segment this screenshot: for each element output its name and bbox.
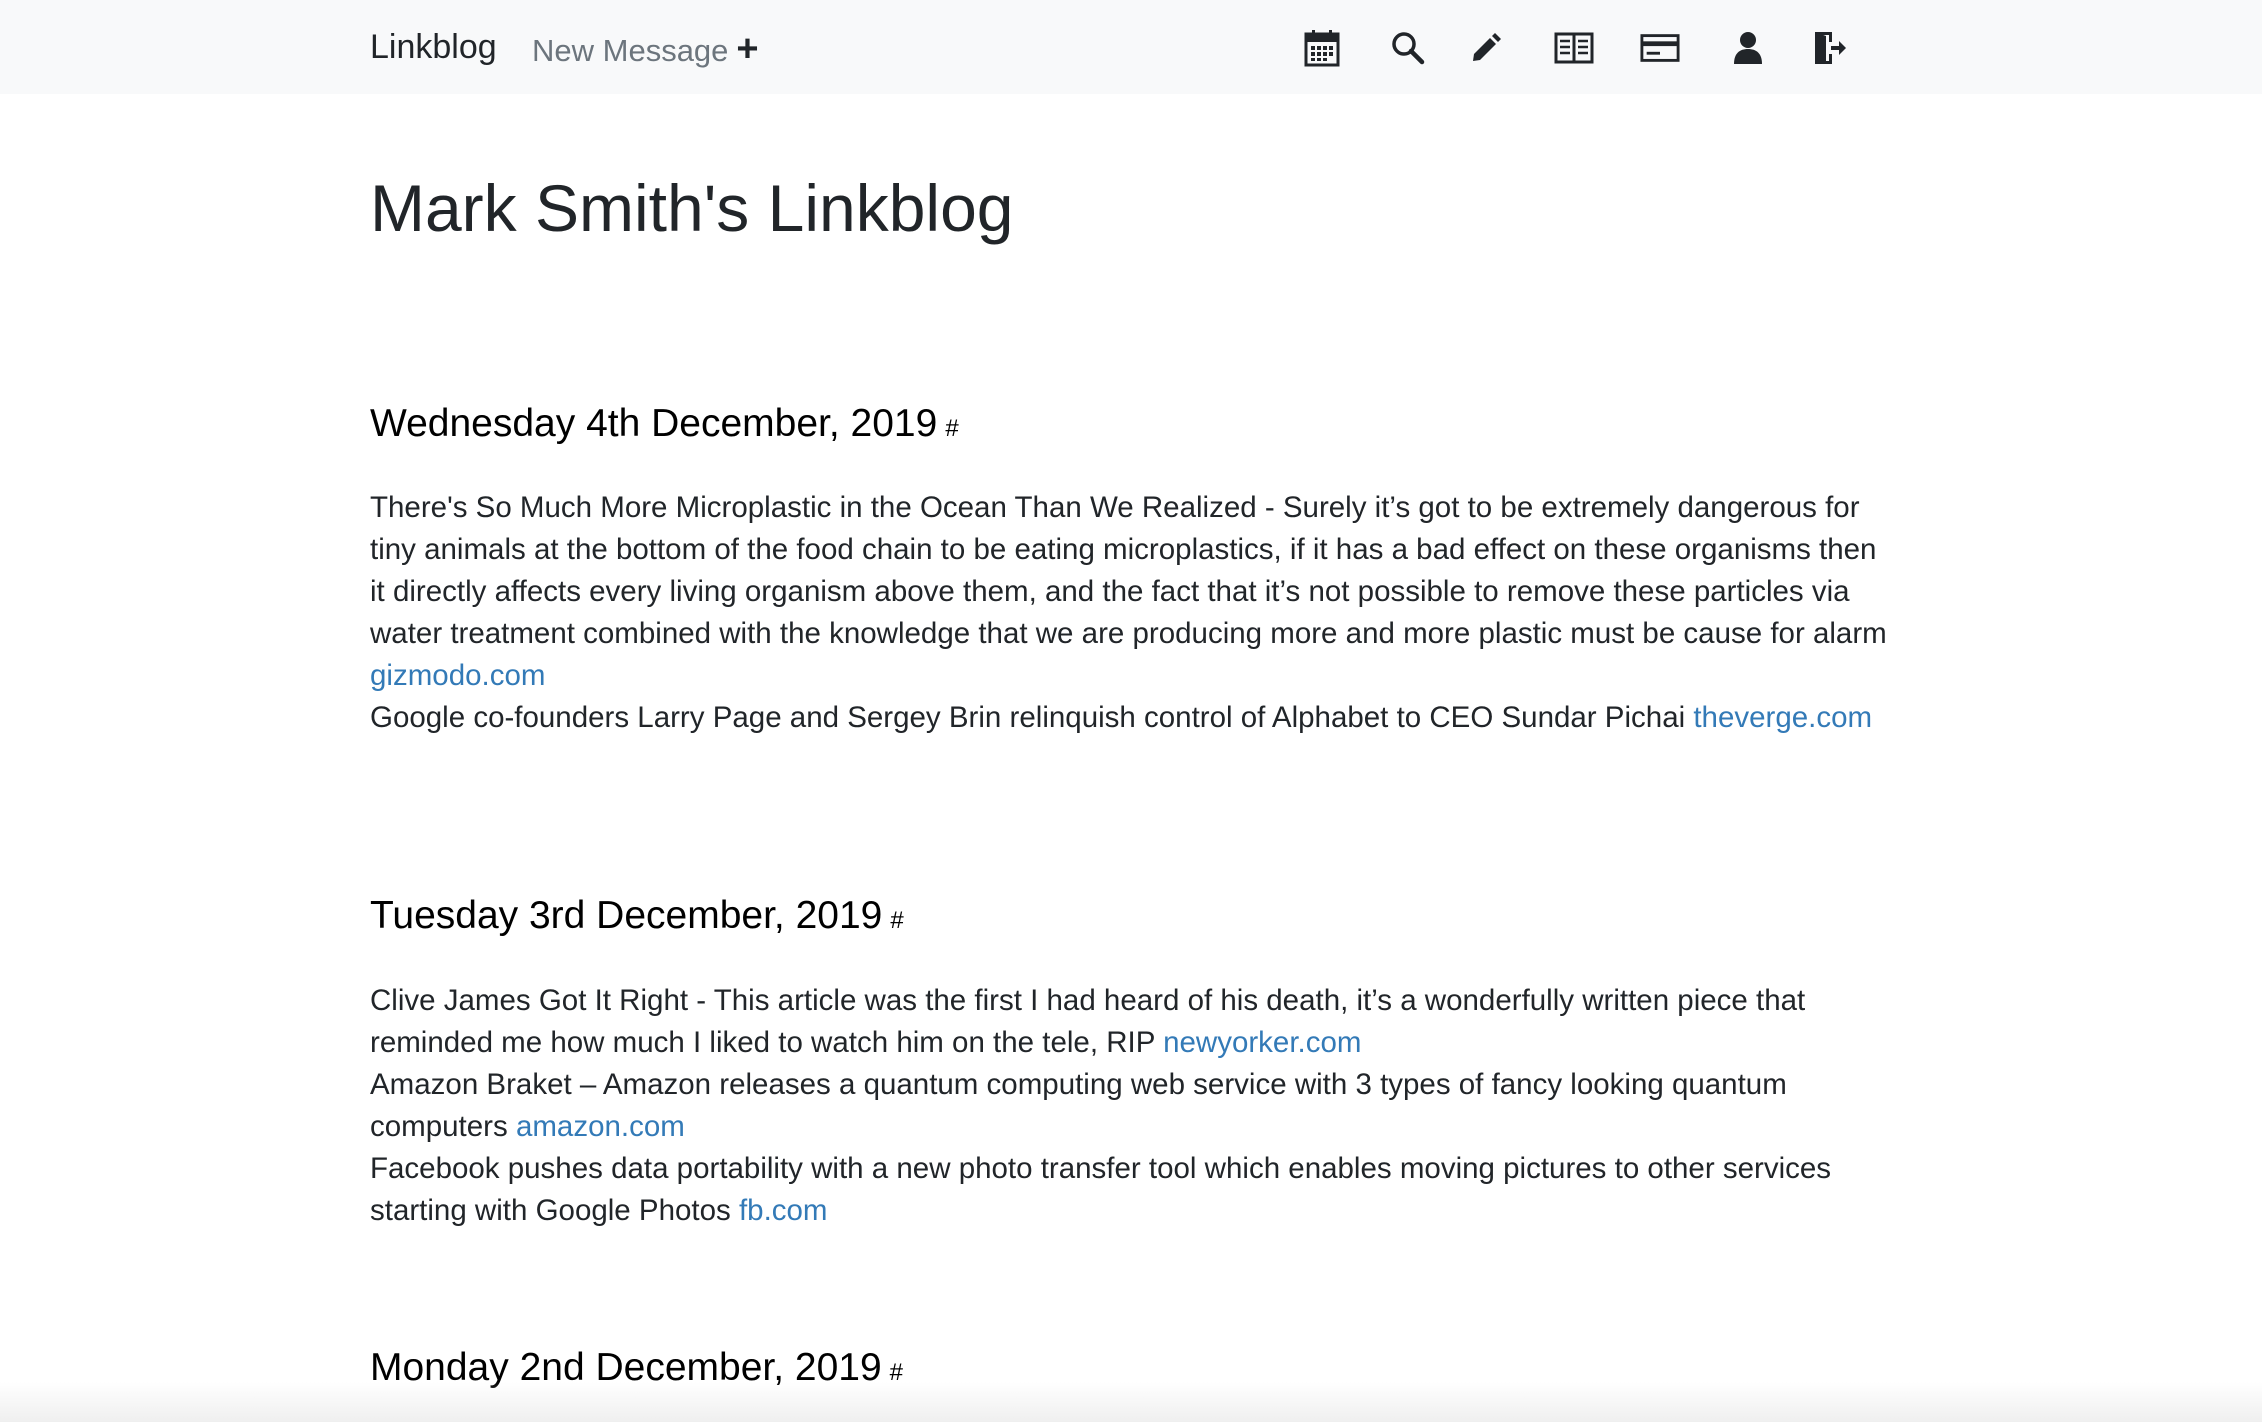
- search-icon[interactable]: [1388, 28, 1428, 68]
- entry-link[interactable]: amazon.com: [516, 1110, 685, 1143]
- entry-text: Google co-founders Larry Page and Sergey…: [370, 701, 1686, 734]
- calendar-icon[interactable]: [1302, 28, 1342, 68]
- day-heading: Wednesday 4th December, 2019 #: [370, 402, 959, 446]
- list-item: Amazon Braket – Amazon releases a quantu…: [370, 1064, 1890, 1148]
- list-item: There's So Much More Microplastic in the…: [370, 487, 1890, 697]
- new-message-label: New Message: [532, 33, 729, 68]
- entry-text: There's So Much More Microplastic in the…: [370, 491, 1887, 650]
- list-item: Facebook pushes data portability with a …: [370, 1148, 1890, 1232]
- list-item: Clive James Got It Right - This article …: [370, 980, 1890, 1064]
- bottom-fade: [0, 1382, 2262, 1422]
- day-heading-text: Wednesday 4th December, 2019: [370, 402, 938, 445]
- entry-list: There's So Much More Microplastic in the…: [370, 487, 1890, 739]
- entry-list: Clive James Got It Right - This article …: [370, 980, 1890, 1232]
- plus-icon: +: [736, 28, 759, 70]
- day-heading: Tuesday 3rd December, 2019 #: [370, 894, 904, 938]
- list-item: Google co-founders Larry Page and Sergey…: [370, 697, 1890, 739]
- book-open-icon[interactable]: [1554, 28, 1594, 68]
- credit-card-icon[interactable]: [1640, 28, 1680, 68]
- page-title: Mark Smith's Linkblog: [370, 171, 1014, 245]
- logout-icon[interactable]: [1810, 28, 1850, 68]
- entry-text: Facebook pushes data portability with a …: [370, 1152, 1832, 1227]
- navbar: Linkblog New Message +: [0, 0, 2262, 94]
- permalink-hash[interactable]: #: [945, 415, 958, 442]
- entry-link[interactable]: newyorker.com: [1163, 1026, 1361, 1059]
- permalink-hash[interactable]: #: [890, 907, 903, 934]
- pencil-icon[interactable]: [1466, 28, 1506, 68]
- entry-link[interactable]: gizmodo.com: [370, 659, 545, 692]
- user-icon[interactable]: [1728, 28, 1768, 68]
- entry-text: Clive James Got It Right - This article …: [370, 984, 1806, 1059]
- day-heading-text: Tuesday 3rd December, 2019: [370, 894, 883, 937]
- entry-link[interactable]: fb.com: [739, 1194, 828, 1227]
- entry-link[interactable]: theverge.com: [1693, 701, 1872, 734]
- new-message-link[interactable]: New Message +: [532, 28, 759, 71]
- brand-link[interactable]: Linkblog: [370, 28, 497, 67]
